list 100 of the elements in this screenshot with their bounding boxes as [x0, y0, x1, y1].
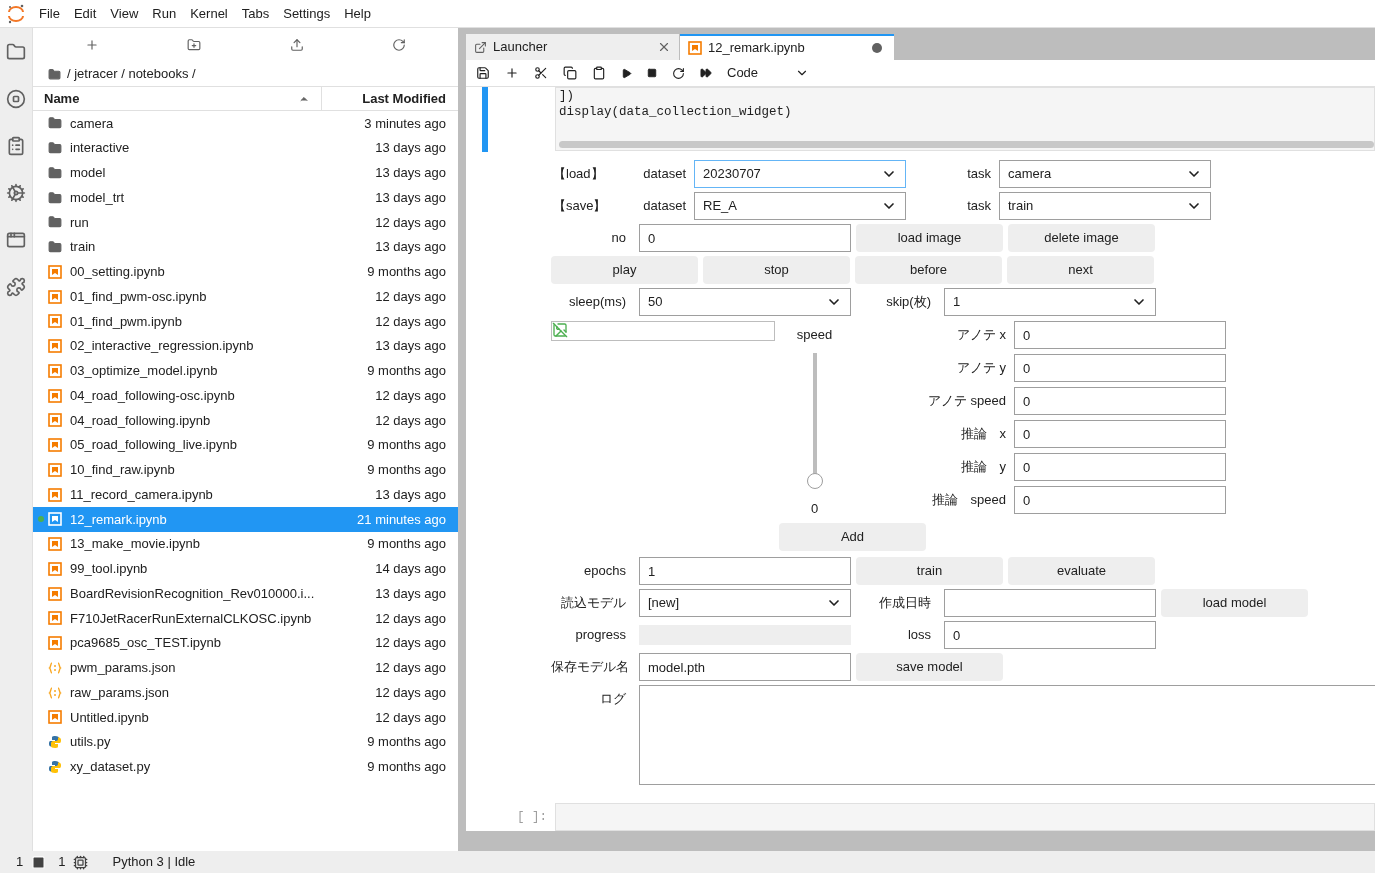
field-label: skip(枚): [885, 293, 932, 312]
menu-item[interactable]: Edit: [66, 3, 104, 24]
stop-circle-icon[interactable]: [6, 89, 26, 109]
section-tag: 【save】: [551, 196, 633, 216]
menu-item[interactable]: Tabs: [234, 3, 277, 24]
restart-icon[interactable]: [672, 66, 685, 80]
widget-button[interactable]: next: [1007, 256, 1154, 284]
file-row[interactable]: pca9685_osc_TEST.ipynb 12 days ago: [33, 630, 458, 656]
dropdown[interactable]: 50: [639, 288, 851, 316]
widget-button[interactable]: play: [551, 256, 698, 284]
widget-button[interactable]: load model: [1161, 589, 1308, 617]
new-folder-icon[interactable]: [187, 38, 202, 52]
file-row[interactable]: 03_optimize_model.ipynb 9 months ago: [33, 358, 458, 384]
window-icon[interactable]: [6, 230, 26, 250]
file-row[interactable]: pwm_params.json 12 days ago: [33, 655, 458, 681]
widget-button[interactable]: train: [856, 557, 1003, 585]
input-field[interactable]: 0: [1014, 354, 1226, 382]
file-row[interactable]: utils.py 9 months ago: [33, 729, 458, 755]
file-row[interactable]: 04_road_following-osc.ipynb 12 days ago: [33, 383, 458, 408]
input-field[interactable]: 0: [1014, 387, 1226, 415]
file-row[interactable]: 01_find_pwm.ipynb 12 days ago: [33, 309, 458, 334]
cut-icon[interactable]: [534, 66, 548, 80]
file-row[interactable]: 00_setting.ipynb 9 months ago: [33, 259, 458, 285]
file-row[interactable]: F710JetRacerRunExternalCLKOSC.ipynb 12 days ago: [33, 606, 458, 631]
column-header[interactable]: Name: [33, 87, 322, 110]
input-field[interactable]: 0: [1014, 453, 1226, 481]
clipboard-icon[interactable]: [6, 136, 26, 156]
field-label: loss: [906, 626, 932, 645]
file-row[interactable]: train 13 days ago: [33, 234, 458, 260]
notebook-icon: [48, 512, 62, 527]
plus-icon[interactable]: [85, 38, 100, 52]
input-field[interactable]: 0: [1014, 420, 1226, 448]
input-field[interactable]: 0: [1014, 486, 1226, 514]
input-field[interactable]: 0: [639, 224, 851, 252]
file-name: 11_record_camera.ipynb: [70, 485, 214, 504]
dropdown[interactable]: camera: [999, 160, 1211, 188]
input-field[interactable]: 0: [1014, 321, 1226, 349]
run-icon[interactable]: [621, 67, 632, 79]
file-row[interactable]: 10_find_raw.ipynb 9 months ago: [33, 457, 458, 483]
widget-button[interactable]: load image: [856, 224, 1003, 252]
input-field[interactable]: [944, 589, 1156, 617]
widget-button[interactable]: before: [855, 256, 1002, 284]
cell-type-dropdown[interactable]: Code: [727, 63, 809, 83]
file-row[interactable]: 01_find_pwm-osc.ipynb 12 days ago: [33, 284, 458, 309]
upload-icon[interactable]: [289, 38, 304, 52]
plus-icon[interactable]: [505, 66, 519, 80]
notebook-icon: [48, 636, 62, 651]
input-field[interactable]: 1: [639, 557, 851, 585]
menu-item[interactable]: Help: [337, 3, 378, 24]
puzzle-icon[interactable]: [6, 277, 26, 297]
folder-icon[interactable]: [6, 42, 26, 62]
save-icon[interactable]: [476, 66, 490, 80]
file-row[interactable]: model_trt 13 days ago: [33, 185, 458, 210]
close-icon[interactable]: [657, 40, 671, 54]
paste-icon[interactable]: [592, 66, 606, 80]
file-row[interactable]: BoardRevisionRecognition_Rev010000.i... 13 days ago: [33, 581, 458, 606]
slider-thumb[interactable]: [806, 472, 823, 489]
file-row[interactable]: interactive 13 days ago: [33, 135, 458, 161]
file-row[interactable]: 11_record_camera.ipynb 13 days ago: [33, 482, 458, 507]
copy-icon[interactable]: [563, 66, 577, 80]
file-modified: 12 days ago: [375, 659, 447, 678]
menu-item[interactable]: File: [32, 3, 67, 24]
dropdown[interactable]: RE_A: [694, 192, 906, 220]
breadcrumb[interactable]: / jetracer / notebooks /: [67, 64, 196, 84]
menu-item[interactable]: Settings: [276, 3, 338, 24]
file-row[interactable]: xy_dataset.py 9 months ago: [33, 754, 458, 780]
widget-button[interactable]: save model: [856, 653, 1003, 681]
menu-item[interactable]: View: [103, 3, 146, 24]
file-row[interactable]: Untitled.ipynb 12 days ago: [33, 705, 458, 730]
gears-icon[interactable]: [6, 183, 26, 203]
file-row[interactable]: 05_road_following_live.ipynb 9 months ago: [33, 432, 458, 458]
log-textarea[interactable]: [639, 685, 1375, 785]
file-row[interactable]: camera 3 minutes ago: [33, 111, 458, 136]
menu-item[interactable]: Run: [145, 3, 184, 24]
column-header[interactable]: Last Modified: [322, 88, 458, 109]
widget-button[interactable]: stop: [703, 256, 850, 284]
file-row[interactable]: run 12 days ago: [33, 210, 458, 235]
cpu-icon[interactable]: [73, 854, 89, 870]
refresh-icon[interactable]: [391, 38, 406, 52]
file-row[interactable]: 02_interactive_regression.ipynb 13 days ago: [33, 333, 458, 359]
dropdown[interactable]: [new]: [639, 589, 851, 617]
tab[interactable]: 12_remark.ipynb: [680, 34, 894, 60]
file-row[interactable]: model 13 days ago: [33, 160, 458, 186]
dropdown[interactable]: 1: [944, 288, 1156, 316]
file-row[interactable]: 99_tool.ipynb 14 days ago: [33, 556, 458, 582]
widget-button[interactable]: Add: [779, 523, 926, 551]
input-field[interactable]: model.pth: [639, 653, 851, 681]
dropdown[interactable]: 20230707: [694, 160, 906, 188]
tab[interactable]: Launcher: [466, 34, 680, 60]
notebook-icon: [48, 438, 62, 453]
fast-forward-icon[interactable]: [700, 67, 712, 79]
file-row[interactable]: 13_make_movie.ipynb 9 months ago: [33, 531, 458, 557]
file-row[interactable]: raw_params.json 12 days ago: [33, 680, 458, 705]
input-field[interactable]: 0: [944, 621, 1156, 649]
dropdown[interactable]: train: [999, 192, 1211, 220]
widget-button[interactable]: evaluate: [1008, 557, 1155, 585]
stop-icon[interactable]: [647, 68, 657, 78]
menu-item[interactable]: Kernel: [183, 3, 235, 24]
widget-button[interactable]: delete image: [1008, 224, 1155, 252]
file-row[interactable]: 04_road_following.ipynb 12 days ago: [33, 408, 458, 433]
